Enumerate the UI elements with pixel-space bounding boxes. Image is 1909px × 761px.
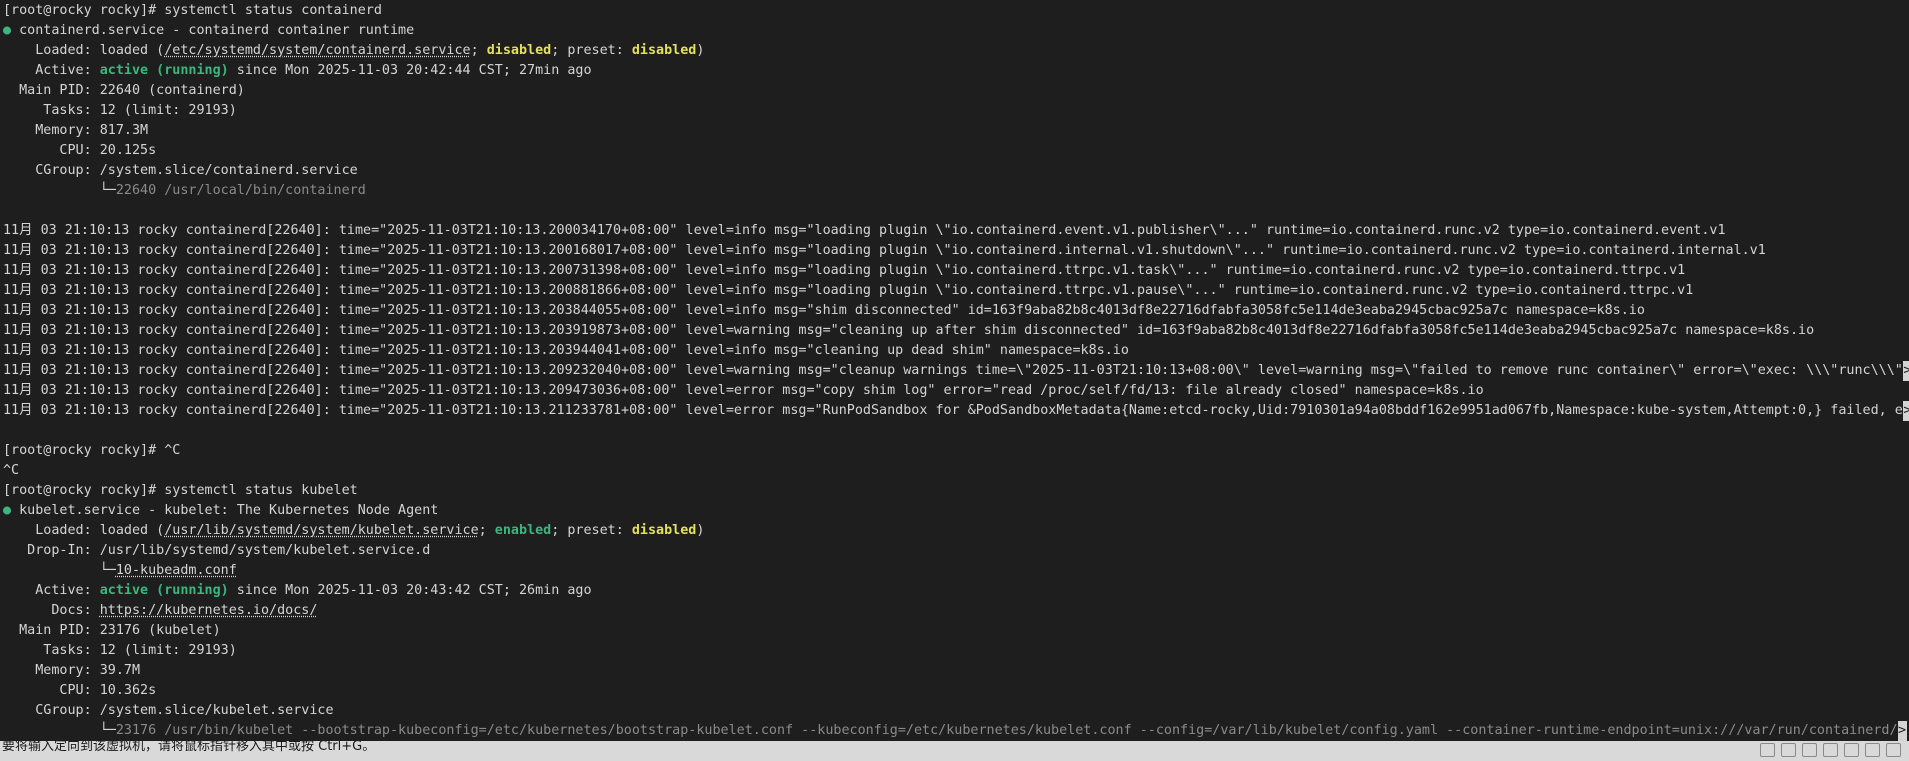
unit-file-link[interactable]: /usr/lib/systemd/system/kubelet.service	[164, 523, 478, 538]
active-state: active (running)	[99, 63, 229, 78]
log-line: 11月 03 21:10:13 rocky containerd[22640]:…	[3, 383, 1484, 398]
dropin-line: Drop-In: /usr/lib/systemd/system/kubelet…	[3, 543, 431, 558]
log-line: 11月 03 21:10:13 rocky containerd[22640]:…	[3, 263, 1686, 278]
prompt-line: [root@rocky rocky]# systemctl status kub…	[3, 483, 358, 498]
status-dot-icon: ●	[3, 503, 12, 518]
log-line: 11月 03 21:10:13 rocky containerd[22640]:…	[3, 323, 1815, 338]
active-line: Active: active (running) since Mon 2025-…	[3, 63, 592, 78]
cpu-line: CPU: 10.362s	[3, 683, 157, 698]
cgroup-process-line: └─23176 /usr/bin/kubelet --bootstrap-kub…	[0, 721, 1909, 741]
dropin-file-link[interactable]: 10-kubeadm.conf	[116, 563, 237, 578]
device-icons	[1760, 743, 1901, 757]
docs-link[interactable]: https://kubernetes.io/docs/	[100, 603, 318, 618]
terminal-window[interactable]: [root@rocky rocky]# systemctl status con…	[0, 0, 1909, 742]
loaded-line: Loaded: loaded (/etc/systemd/system/cont…	[3, 43, 705, 58]
log-line: 11月 03 21:10:13 rocky containerd[22640]:…	[3, 283, 1694, 298]
log-line: 11月 03 21:10:13 rocky containerd[22640]:…	[3, 243, 1766, 258]
tasks-line: Tasks: 12 (limit: 29193)	[3, 103, 237, 118]
docs-line: Docs: https://kubernetes.io/docs/	[3, 603, 318, 618]
dropin-file-line: └─10-kubeadm.conf	[3, 563, 237, 578]
enable-state: enabled	[494, 523, 552, 538]
cgroup-line: CGroup: /system.slice/kubelet.service	[3, 703, 334, 718]
vm-status-bar: 要将输入定向到该虚拟机，请将鼠标指针移入其中或按 Ctrl+G。	[0, 741, 1909, 761]
network-adapter-icon[interactable]	[1802, 743, 1817, 757]
cd-drive-icon[interactable]	[1781, 743, 1796, 757]
tasks-line: Tasks: 12 (limit: 29193)	[3, 643, 237, 658]
ctrl-c-echo: ^C	[3, 463, 20, 478]
memory-line: Memory: 817.3M	[3, 123, 149, 138]
unit-file-link[interactable]: /etc/systemd/system/containerd.service	[164, 43, 470, 58]
service-header: ● containerd.service - containerd contai…	[3, 23, 415, 38]
truncation-marker: >	[1902, 361, 1909, 381]
log-line: 11月 03 21:10:13 rocky containerd[22640]:…	[3, 223, 1726, 238]
enable-state: disabled	[486, 43, 552, 58]
truncation-marker: >	[1897, 721, 1907, 741]
log-line-truncated: 11月 03 21:10:13 rocky containerd[22640]:…	[0, 361, 1909, 381]
log-line: 11月 03 21:10:13 rocky containerd[22640]:…	[3, 303, 1645, 318]
mainpid-line: Main PID: 23176 (kubelet)	[3, 623, 221, 638]
loaded-line: Loaded: loaded (/usr/lib/systemd/system/…	[3, 523, 705, 538]
hard-disk-icon[interactable]	[1760, 743, 1775, 757]
vm-input-hint: 要将输入定向到该虚拟机，请将鼠标指针移入其中或按 Ctrl+G。	[2, 741, 376, 754]
prompt-line: [root@rocky rocky]# systemctl status con…	[3, 3, 382, 18]
active-line: Active: active (running) since Mon 2025-…	[3, 583, 592, 598]
cgroup-line: CGroup: /system.slice/containerd.service	[3, 163, 358, 178]
mainpid-line: Main PID: 22640 (containerd)	[3, 83, 245, 98]
truncation-marker: >	[1902, 401, 1909, 421]
log-line: 11月 03 21:10:13 rocky containerd[22640]:…	[3, 343, 1129, 358]
service-header: ● kubelet.service - kubelet: The Kuberne…	[3, 503, 439, 518]
cpu-line: CPU: 20.125s	[3, 143, 157, 158]
usb-controller-icon[interactable]	[1823, 743, 1838, 757]
log-line-truncated: 11月 03 21:10:13 rocky containerd[22640]:…	[0, 401, 1909, 421]
status-dot-icon: ●	[3, 23, 12, 38]
preset-state: disabled	[631, 43, 697, 58]
display-icon[interactable]	[1886, 743, 1901, 757]
active-state: active (running)	[99, 583, 229, 598]
prompt-line: [root@rocky rocky]# ^C	[3, 443, 181, 458]
preset-state: disabled	[631, 523, 697, 538]
sound-card-icon[interactable]	[1844, 743, 1859, 757]
cgroup-process-line: └─22640 /usr/local/bin/containerd	[3, 183, 366, 198]
printer-icon[interactable]	[1865, 743, 1880, 757]
memory-line: Memory: 39.7M	[3, 663, 141, 678]
